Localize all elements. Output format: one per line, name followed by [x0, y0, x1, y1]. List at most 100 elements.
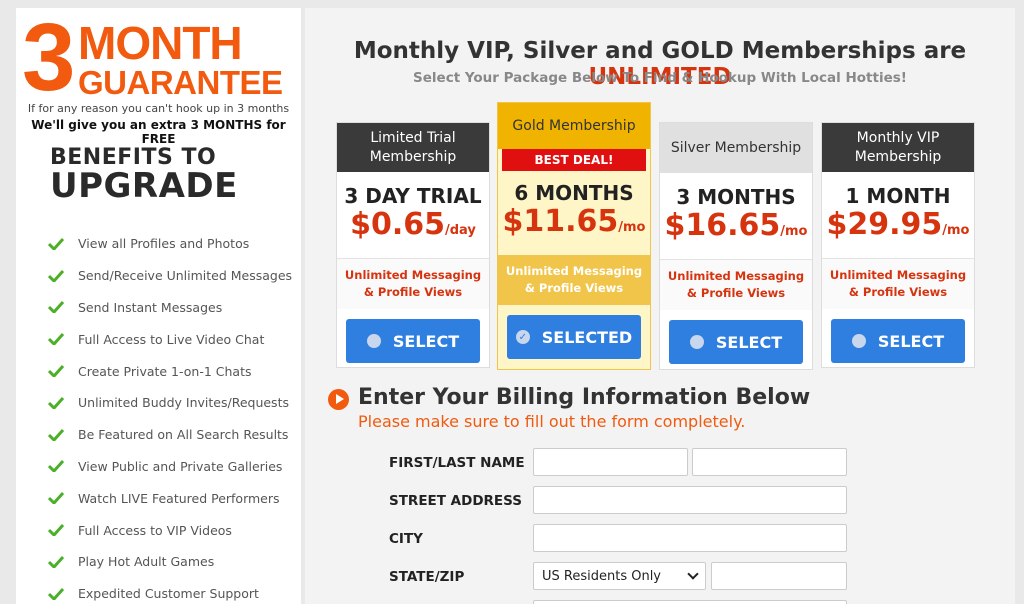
first-name-input[interactable] — [533, 448, 688, 476]
price-unit: /mo — [942, 223, 970, 238]
street-address-input[interactable] — [533, 486, 847, 514]
benefit-label: Be Featured on All Search Results — [78, 427, 289, 443]
plan-card-gold[interactable]: Gold Membership BEST DEAL! 6 MONTHS $11.… — [497, 102, 651, 370]
benefit-label: Send Instant Messages — [78, 299, 223, 315]
billing-title: Enter Your Billing Information Below — [358, 385, 811, 410]
feature-line2: & Profile Views — [524, 281, 624, 295]
last-name-input[interactable] — [692, 448, 847, 476]
benefits-sidebar: 3 MONTH GUARANTEE If for any reason you … — [16, 8, 301, 604]
plan-name: Gold Membership — [498, 103, 650, 149]
feature-line1: Unlimited Messaging — [505, 264, 643, 278]
check-circle-icon: ✓ — [515, 330, 530, 344]
radio-icon — [851, 334, 866, 348]
price-value: $29.95 — [826, 207, 943, 242]
plan-name: Silver Membership — [660, 123, 812, 173]
feature-line2: & Profile Views — [363, 285, 463, 299]
check-icon — [48, 269, 64, 282]
benefit-label: View all Profiles and Photos — [78, 236, 250, 252]
plan-term: 1 MONTH — [845, 184, 951, 208]
plan-price: $11.65/mo — [498, 205, 650, 245]
benefit-label: Unlimited Buddy Invites/Requests — [78, 395, 289, 411]
price-value: $11.65 — [502, 204, 619, 239]
state-select[interactable]: US Residents Only — [533, 562, 706, 590]
check-icon — [48, 555, 64, 568]
check-icon — [48, 333, 64, 346]
price-value: $16.65 — [664, 208, 781, 243]
check-icon — [48, 460, 64, 473]
plan-card-trial[interactable]: Limited Trial Membership 3 DAY TRIAL $0.… — [336, 122, 490, 368]
city-input[interactable] — [533, 524, 847, 552]
benefit-item: Expedited Customer Support — [48, 578, 292, 604]
headline-prefix: Monthly VIP, Silver and GOLD Memberships… — [353, 38, 967, 64]
plan-feature: Unlimited Messaging & Profile Views — [498, 255, 650, 305]
play-arrow-icon — [328, 389, 349, 410]
guarantee-number: 3 — [22, 8, 75, 111]
check-icon — [48, 237, 64, 250]
benefit-list: View all Profiles and Photos Send/Receiv… — [48, 228, 292, 604]
guarantee-line1: If for any reason you can't hook up in 3… — [27, 102, 290, 115]
zip-input[interactable] — [711, 562, 847, 590]
benefit-label: Full Access to VIP Videos — [78, 522, 232, 538]
benefits-title-line2: UPGRADE — [50, 166, 238, 206]
plan-term: 3 DAY TRIAL — [344, 184, 482, 208]
benefit-item: View all Profiles and Photos — [48, 228, 292, 260]
feature-line2: & Profile Views — [848, 285, 948, 299]
benefit-label: Send/Receive Unlimited Messages — [78, 268, 293, 284]
check-icon — [48, 524, 64, 537]
check-icon — [48, 301, 64, 314]
feature-line1: Unlimited Messaging — [344, 268, 482, 282]
benefit-item: Full Access to VIP Videos — [48, 514, 292, 546]
price-value: $0.65 — [350, 207, 445, 242]
page-subhead: Select Your Package Below To Find & Hook… — [413, 70, 907, 86]
benefit-label: Create Private 1-on-1 Chats — [78, 363, 252, 379]
plan-name: Limited Trial Membership — [337, 123, 489, 172]
name-label: FIRST/LAST NAME — [389, 455, 525, 471]
select-vip-button[interactable]: SELECT — [831, 319, 965, 363]
state-select-value: US Residents Only — [542, 568, 661, 584]
select-silver-button[interactable]: SELECT — [669, 320, 803, 364]
state-zip-label: STATE/ZIP — [389, 569, 465, 585]
benefit-item: Unlimited Buddy Invites/Requests — [48, 387, 292, 419]
benefit-item: Watch LIVE Featured Performers — [48, 482, 292, 514]
plan-feature: Unlimited Messaging & Profile Views — [337, 258, 489, 309]
price-unit: /mo — [618, 220, 646, 235]
guarantee-line2: We'll give you an extra 3 MONTHS for FRE… — [31, 118, 286, 146]
plan-price: $16.65/mo — [660, 209, 812, 249]
check-icon — [48, 428, 64, 441]
button-label: SELECT — [392, 331, 460, 351]
benefit-item: Send Instant Messages — [48, 292, 292, 324]
plan-feature: Unlimited Messaging & Profile Views — [822, 258, 974, 309]
benefit-item: Play Hot Adult Games — [48, 546, 292, 578]
price-unit: /mo — [780, 224, 808, 239]
plan-card-silver[interactable]: Silver Membership 3 MONTHS $16.65/mo Unl… — [659, 122, 813, 370]
feature-line2: & Profile Views — [686, 286, 786, 300]
guarantee-word: GUARANTEE — [78, 64, 283, 101]
benefit-item: Send/Receive Unlimited Messages — [48, 260, 292, 292]
plan-term: 6 MONTHS — [514, 181, 634, 205]
plan-card-vip[interactable]: Monthly VIP Membership 1 MONTH $29.95/mo… — [821, 122, 975, 368]
button-label: SELECT — [877, 331, 945, 351]
benefit-item: Full Access to Live Video Chat — [48, 323, 292, 355]
select-trial-button[interactable]: SELECT — [346, 319, 480, 363]
check-icon — [48, 396, 64, 409]
plan-feature: Unlimited Messaging & Profile Views — [660, 259, 812, 310]
benefit-label: Full Access to Live Video Chat — [78, 331, 265, 347]
billing-subtitle: Please make sure to fill out the form co… — [358, 412, 746, 431]
benefit-label: Watch LIVE Featured Performers — [78, 490, 280, 506]
benefit-label: Expedited Customer Support — [78, 586, 259, 602]
benefit-label: View Public and Private Galleries — [78, 458, 283, 474]
benefit-item: Be Featured on All Search Results — [48, 419, 292, 451]
guarantee-logo: 3 MONTH GUARANTEE — [22, 10, 297, 106]
main-content: Monthly VIP, Silver and GOLD Memberships… — [305, 8, 1015, 604]
feature-line1: Unlimited Messaging — [667, 269, 805, 283]
plan-price: $29.95/mo — [822, 208, 974, 248]
plan-term: 3 MONTHS — [676, 185, 796, 209]
select-gold-button[interactable]: ✓ SELECTED — [507, 315, 641, 359]
plan-name: Monthly VIP Membership — [822, 123, 974, 172]
price-unit: /day — [445, 223, 476, 238]
benefit-label: Play Hot Adult Games — [78, 554, 215, 570]
feature-line1: Unlimited Messaging — [829, 268, 967, 282]
next-field-input[interactable] — [533, 600, 847, 604]
guarantee-month: MONTH — [78, 17, 243, 69]
button-label: SELECT — [715, 332, 783, 352]
